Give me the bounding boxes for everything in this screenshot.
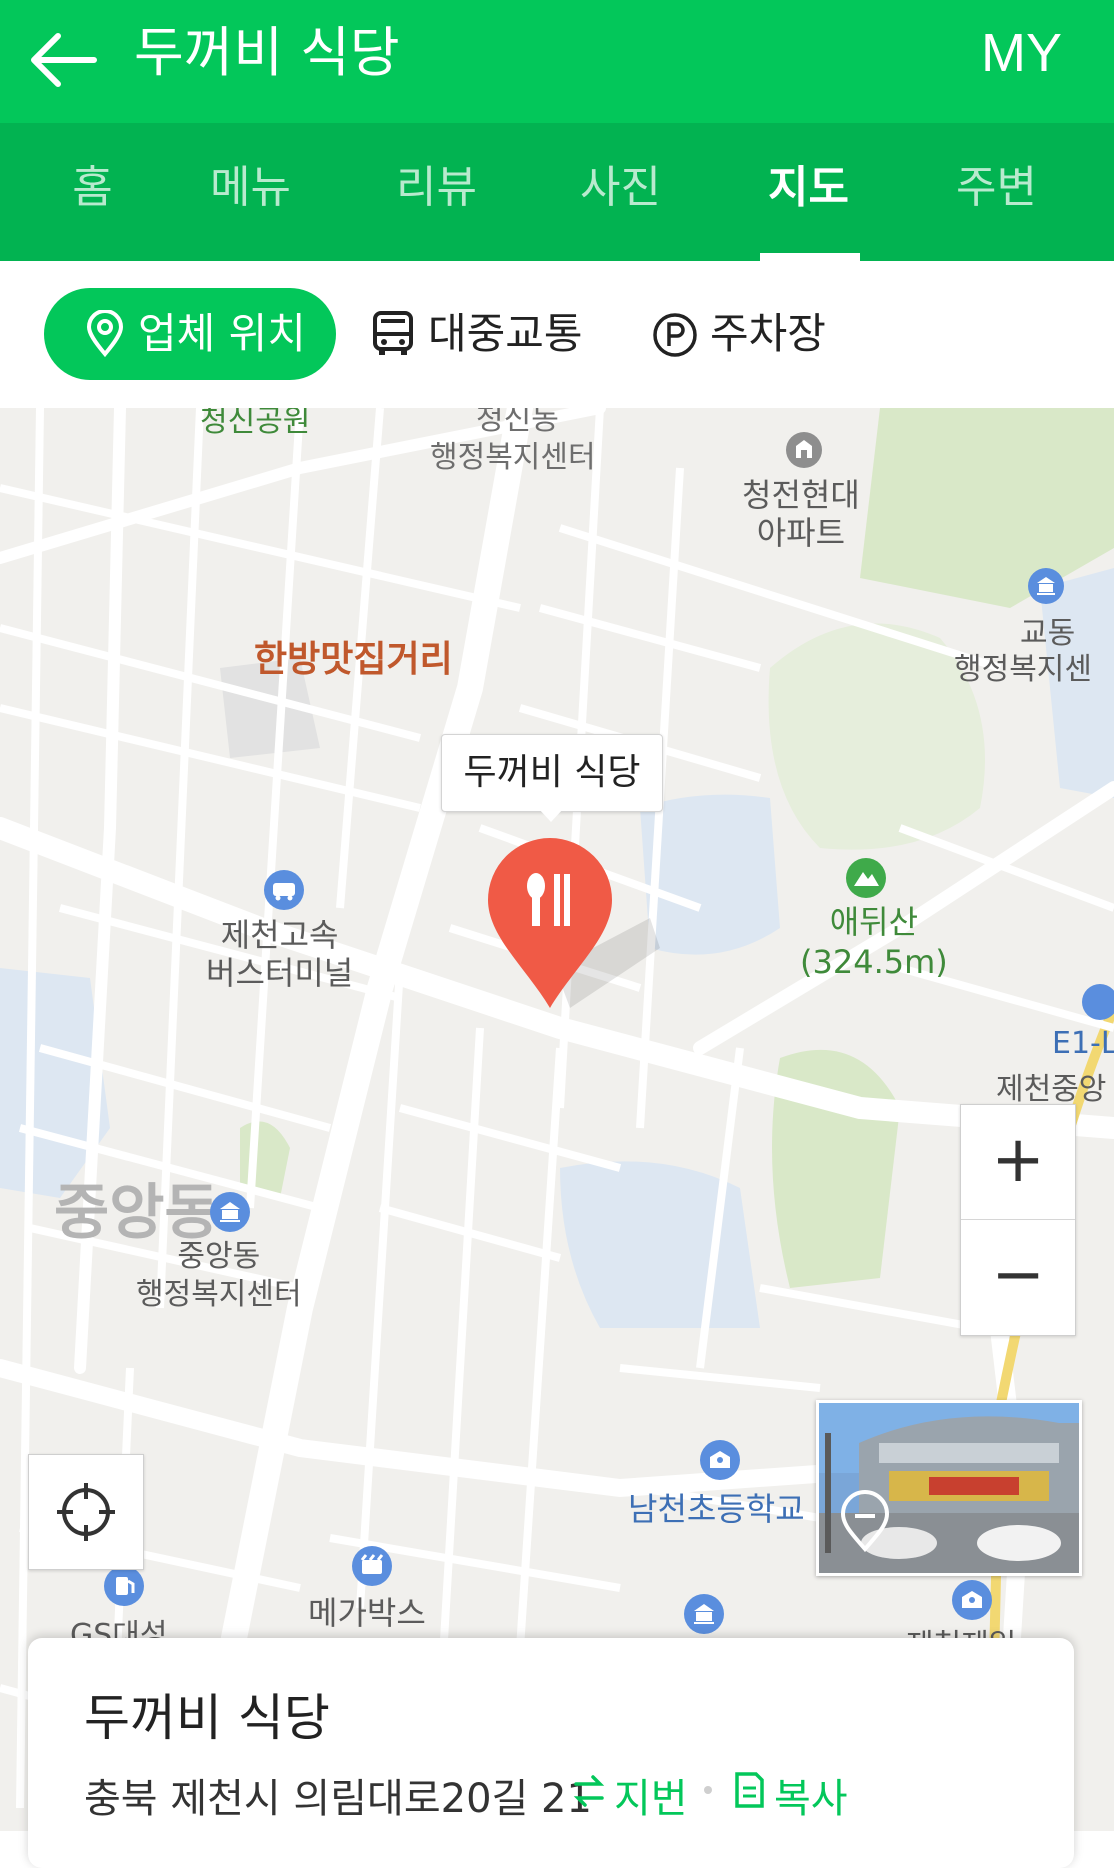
crosshair-icon [57, 1483, 115, 1541]
location-pin-icon [86, 310, 124, 358]
tab-nearby[interactable]: 주변 [904, 123, 1089, 261]
gas-station-icon-2 [104, 1566, 144, 1606]
tab-menu[interactable]: 메뉴 [158, 123, 343, 261]
parking-label: 주차장 [710, 309, 826, 358]
callout-pointer [538, 808, 564, 822]
place-address: 충북 제천시 의림대로20길 21 [84, 1776, 592, 1822]
back-button[interactable] [24, 20, 104, 100]
bus-icon [373, 311, 413, 355]
map-label-park: 청신공원 [200, 408, 311, 439]
tab-map[interactable]: 지도 [716, 123, 901, 261]
zoom-controls: + − [960, 1104, 1076, 1336]
school-icon [700, 1440, 740, 1480]
school-icon-2 [952, 1580, 992, 1620]
tab-photo[interactable]: 사진 [528, 123, 713, 261]
jibun-label: 지번 [614, 1776, 688, 1822]
public-transit-label: 대중교통 [428, 309, 583, 358]
app-header: 두꺼비 식당 MY [0, 0, 1114, 123]
map-label-megabox: 메가박스 [308, 1594, 426, 1632]
business-location-label: 업체 위치 [138, 309, 306, 358]
separator-dot [704, 1786, 712, 1794]
gov-office-icon [1028, 568, 1064, 604]
map-label-hanbang-street: 한방맛집거리 [254, 639, 453, 680]
bus-terminal-icon [264, 870, 304, 910]
current-location-button[interactable] [28, 1454, 144, 1570]
marker-callout[interactable]: 두꺼비 식당 [441, 734, 663, 812]
street-view-pin-icon [840, 1490, 890, 1553]
map-label-jungang-office: 중앙동 행정복지센터 [136, 1239, 302, 1312]
my-button[interactable]: MY [981, 18, 1062, 88]
swap-icon [573, 1775, 605, 1807]
arrow-left-icon [31, 33, 97, 87]
business-location-button[interactable]: 업체 위치 [44, 288, 336, 380]
street-view-thumbnail[interactable] [816, 1400, 1082, 1576]
tab-bar: 홈 메뉴 리뷰 사진 지도 주변 [0, 123, 1114, 261]
copy-icon [735, 1772, 764, 1808]
zoom-in-button[interactable]: + [961, 1105, 1075, 1219]
gas-station-icon [1082, 984, 1114, 1020]
mountain-icon [846, 858, 886, 898]
parking-icon [653, 313, 697, 357]
restaurant-marker-icon[interactable] [486, 838, 614, 1014]
page-title: 두꺼비 식당 [134, 21, 400, 84]
map-label-school: 남천초등학교 [628, 1490, 805, 1528]
place-name: 두꺼비 식당 [84, 1689, 330, 1747]
map-view[interactable]: 청신공원 청신동 행정복지센터 청전현대 아파트 교동 행정복지센 한방맛집거리 제… [0, 408, 1114, 1831]
active-tab-indicator [760, 253, 860, 261]
place-info-card[interactable]: 두꺼비 식당 충북 제천시 의림대로20길 21 지번 복사 [28, 1638, 1074, 1868]
gov-office-icon-2 [210, 1192, 250, 1232]
map-label-office-2: 행정복지센터 [430, 440, 596, 475]
apartment-icon [786, 432, 822, 468]
map-label-bus-terminal: 제천고속 버스터미널 [206, 916, 354, 992]
map-label-gyodong: 교동 행정복지센 [954, 616, 1092, 687]
zoom-out-button[interactable]: − [961, 1220, 1075, 1334]
tab-review[interactable]: 리뷰 [344, 123, 529, 261]
cinema-icon [352, 1546, 392, 1586]
copy-label: 복사 [774, 1776, 848, 1822]
map-label-e1: E1-L [1052, 1026, 1114, 1061]
map-label-jecheon-jungang: 제천중앙 [996, 1072, 1107, 1107]
map-label-mountain: 애뒤산 (324.5m) [800, 903, 948, 981]
map-label-apartment: 청전현대 아파트 [742, 476, 860, 552]
gov-office-icon-3 [684, 1594, 724, 1634]
